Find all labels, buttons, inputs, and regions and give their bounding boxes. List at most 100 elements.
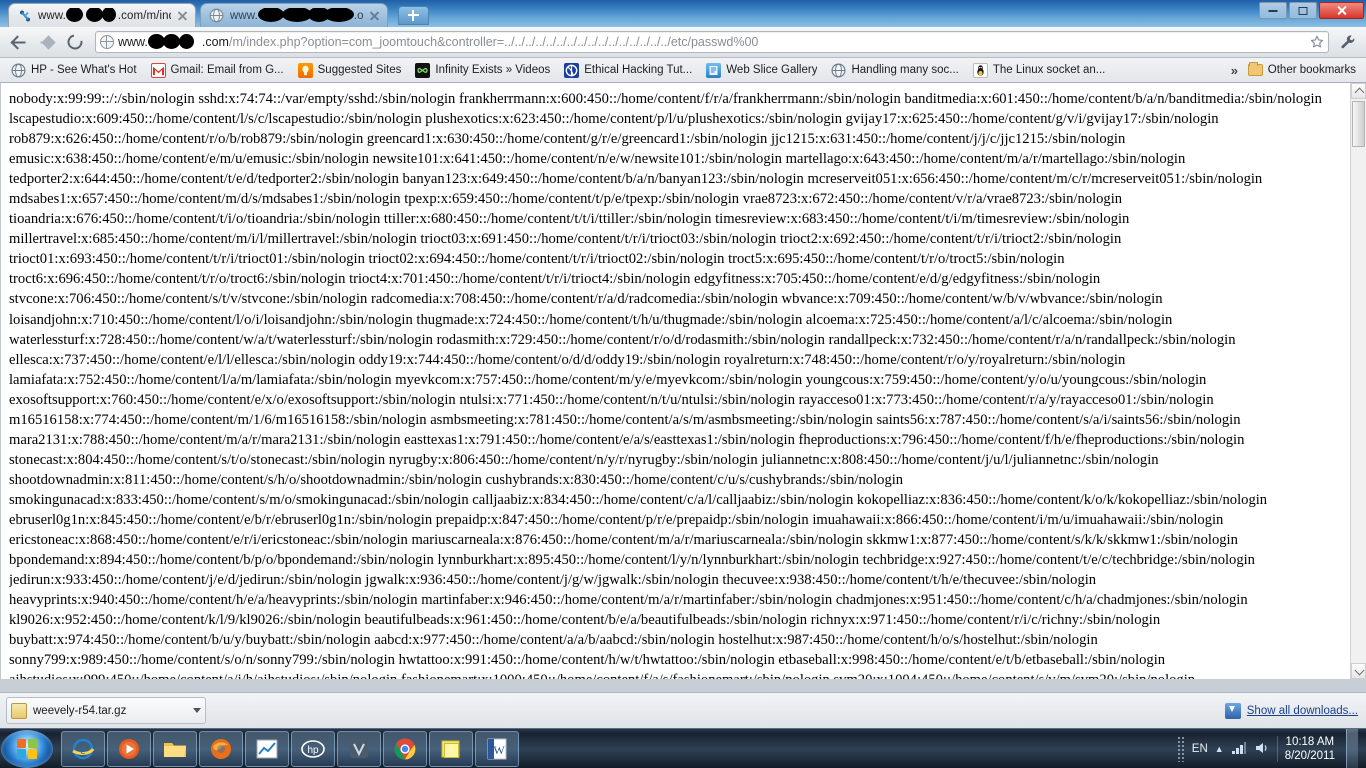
bookmark-ethical-hacking[interactable]: Ethical Hacking Tut... [557, 61, 699, 80]
passwd-line: tedporter2:x:644:450::/home/content/t/e/… [9, 171, 1263, 188]
passwd-line: shootdownadmin:x:811:450::/home/content/… [9, 471, 904, 488]
passwd-line: bpondemand:x:894:450::/home/content/b/p/… [9, 552, 1255, 569]
reload-icon [64, 31, 86, 53]
bookmark-label: Suggested Sites [317, 64, 402, 76]
show-desktop-button[interactable] [1346, 729, 1358, 768]
taskbar-item-google-chrome[interactable] [383, 730, 427, 767]
url-path: /m/index.php?option=com_joomtouch&contro… [228, 35, 759, 49]
passwd-line: lamiafata:x:752:450::/home/content/l/a/m… [9, 371, 1207, 388]
tux-icon [972, 62, 988, 78]
passwd-line: sonny799:x:989:450::/home/content/s/o/n/… [9, 652, 1166, 669]
taskbar-item-hp-app[interactable]: hp [291, 730, 335, 767]
bookmark-label: Handling many soc... [851, 64, 959, 76]
chevron-down-icon[interactable] [193, 708, 201, 713]
minimize-button[interactable] [1259, 2, 1287, 19]
passwd-line: lscapestudio:x:609:450::/home/content/l/… [9, 111, 1219, 128]
scrollbar-thumb[interactable] [1352, 101, 1365, 147]
tab-title: www. .com/m/inde [38, 7, 171, 24]
tab-title-prefix: www. [230, 9, 258, 22]
bookmark-label: Infinity Exists » Videos [435, 64, 551, 76]
page-info-icon[interactable] [100, 35, 114, 49]
passwd-line: ericstoneac:x:868:450::/home/content/e/r… [9, 532, 1238, 549]
internet-explorer-icon: e [70, 736, 96, 762]
clock[interactable]: 10:18 AM 8/20/2011 [1285, 735, 1335, 763]
bookmark-web-slice-gallery[interactable]: Web Slice Gallery [699, 61, 824, 80]
passwd-line: ellesca:x:737:450::/home/content/e/l/l/e… [9, 351, 1126, 368]
show-all-downloads-label: Show all downloads... [1246, 704, 1358, 717]
infinity-icon [415, 62, 431, 78]
browser-tab-inactive[interactable]: www. .om/ [200, 3, 388, 27]
new-tab-button[interactable] [398, 6, 429, 25]
start-button[interactable] [1, 729, 53, 768]
taskbar-item-media-player[interactable] [107, 730, 151, 767]
other-bookmarks-folder[interactable]: Other bookmarks [1242, 62, 1362, 78]
chrome-menu-button[interactable] [1336, 29, 1360, 55]
arrow-right-icon [41, 36, 54, 49]
taskbar-item-firefox[interactable] [199, 730, 243, 767]
tray-language-indicator[interactable]: EN [1192, 743, 1208, 755]
redaction-mark [65, 7, 118, 22]
bookmark-hp-see-whats-hot[interactable]: HP - See What's Hot [4, 61, 144, 80]
close-window-button[interactable] [1319, 2, 1364, 19]
taskbar-item-internet-explorer[interactable]: e [61, 730, 105, 767]
taskbar-item-microsoft-word[interactable]: W [475, 730, 519, 767]
scroll-down-button[interactable] [1351, 663, 1366, 679]
download-file-name: weevely-r54.tar.gz [33, 704, 127, 717]
maximize-button[interactable] [1289, 2, 1317, 19]
browser-tab-active[interactable]: www. .com/m/inde [8, 3, 196, 27]
scroll-up-button[interactable] [1351, 83, 1366, 99]
passwd-line: buybatt:x:974:450::/home/content/b/u/y/b… [9, 632, 1098, 649]
archive-file-icon [11, 702, 27, 719]
volume-icon[interactable] [1254, 741, 1270, 758]
network-icon[interactable] [1231, 741, 1247, 758]
wrench-icon [1341, 35, 1355, 49]
tab-title: www. .om/ [230, 7, 363, 24]
passwd-line: ebruserl0g1n:x:845:450::/home/content/e/… [9, 511, 1224, 528]
reload-button[interactable] [62, 29, 88, 55]
close-icon[interactable] [368, 9, 381, 22]
chart-icon [254, 736, 280, 762]
bookmark-star-icon[interactable] [1310, 35, 1324, 49]
taskbar-item-windows-explorer[interactable] [153, 730, 197, 767]
passwd-line: heavyprints:x:940:450::/home/content/h/e… [9, 592, 1248, 609]
tab-title-suffix: .com/m/inde [117, 9, 171, 22]
bookmark-label: HP - See What's Hot [31, 64, 137, 76]
bookmark-gmail[interactable]: Gmail: Email from G... [144, 61, 291, 80]
back-button[interactable] [6, 29, 32, 55]
close-icon[interactable] [176, 9, 189, 22]
gmail-icon [150, 62, 166, 78]
passwd-line: millertravel:x:685:450::/home/content/m/… [9, 231, 1122, 248]
forward-button[interactable] [34, 29, 60, 55]
lightbulb-icon [297, 62, 313, 78]
svg-text:e: e [80, 743, 86, 758]
bookmark-handling-many-soc[interactable]: Handling many soc... [824, 61, 965, 80]
sticky-notes-icon [438, 736, 464, 762]
bookmark-the-linux-socket[interactable]: The Linux socket an... [966, 61, 1113, 80]
window-controls [1259, 2, 1364, 19]
show-all-downloads-link[interactable]: Show all downloads... [1224, 702, 1358, 719]
vertical-scrollbar[interactable] [1350, 83, 1366, 679]
bookmarks-bar: HP - See What's Hot Gmail: Email from G.… [0, 58, 1366, 83]
browser-toolbar: www. .com/m/index.php?option=com_joomtouc… [0, 27, 1366, 58]
mask-icon [564, 62, 580, 78]
page-content-area: nobody:x:99:99::/:/sbin/nologin sshd:x:7… [0, 83, 1366, 679]
taskbar-item-virtualbox[interactable] [337, 730, 381, 767]
taskbar-item-sticky-notes[interactable] [429, 730, 473, 767]
system-tray: EN ▲ 10:18 AM 8/20/2011 [1176, 729, 1366, 768]
show-hidden-icons-button[interactable]: ▲ [1215, 744, 1224, 754]
passwd-line: mdsabes1:x:657:450::/home/content/m/d/s/… [9, 191, 1123, 208]
passwd-line: jedirun:x:933:450::/home/content/j/e/d/j… [9, 572, 1097, 589]
passwd-line: stvcone:x:706:450::/home/content/s/t/v/s… [9, 291, 1163, 308]
joomla-icon [17, 8, 33, 24]
bookmark-label: Gmail: Email from G... [170, 64, 284, 76]
redaction-mark [147, 34, 202, 50]
download-item[interactable]: weevely-r54.tar.gz [6, 697, 206, 724]
bookmark-infinity-exists[interactable]: Infinity Exists » Videos [408, 61, 557, 80]
passwd-line: aihstudios:x:999:450::/home/content/a/i/… [9, 670, 1341, 679]
taskbar-item-chart-app[interactable] [245, 730, 289, 767]
taskbar-items: e hp W [61, 730, 519, 767]
bookmark-label: Web Slice Gallery [726, 64, 818, 76]
bookmarks-overflow-button[interactable]: » [1231, 63, 1238, 78]
address-bar[interactable]: www. .com/m/index.php?option=com_joomtouc… [95, 31, 1329, 53]
bookmark-suggested-sites[interactable]: Suggested Sites [291, 61, 409, 80]
